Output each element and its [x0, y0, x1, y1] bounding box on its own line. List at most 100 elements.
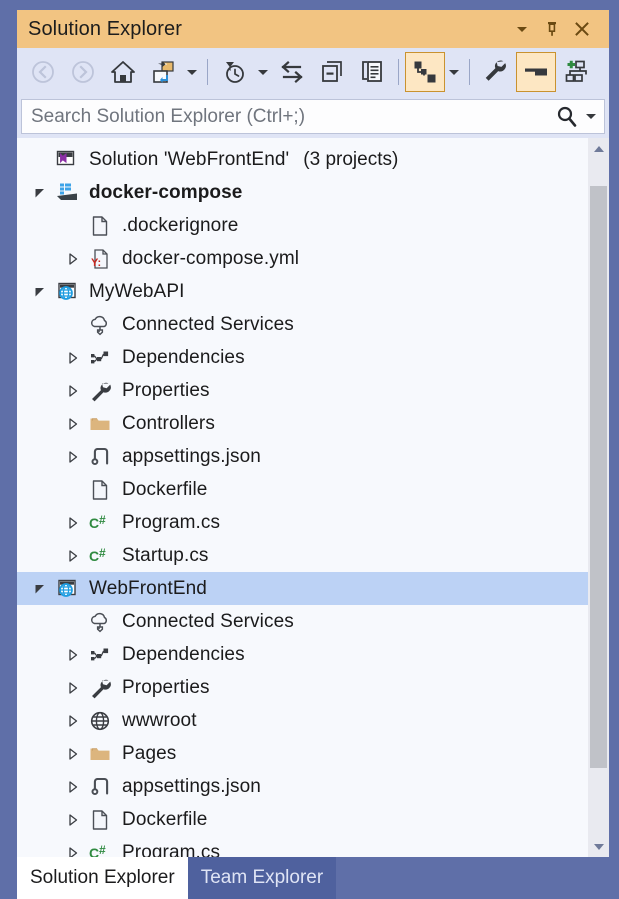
tree-row[interactable]: WebFrontEnd — [17, 572, 588, 605]
tree-row-label: Program.cs — [114, 842, 220, 858]
tree-row[interactable]: Pages — [17, 737, 588, 770]
tree-row-indent — [17, 176, 27, 209]
csharp-icon: C # — [86, 836, 114, 857]
expander-collapsed-icon[interactable] — [60, 836, 86, 857]
search-input[interactable] — [22, 99, 552, 134]
solution-icon — [53, 143, 81, 176]
window-options-dropdown-icon[interactable] — [507, 14, 537, 44]
tree-row[interactable]: Solution 'WebFrontEnd'(3 projects) — [17, 143, 588, 176]
tree-row-indent — [17, 374, 60, 407]
csharp-icon: C # — [86, 539, 114, 572]
scroll-down-icon[interactable] — [588, 836, 609, 857]
tree-row[interactable]: Controllers — [17, 407, 588, 440]
tree-row-indent — [17, 671, 60, 704]
expander-expanded-icon[interactable] — [27, 176, 53, 209]
tree-row[interactable]: MyWebAPI — [17, 275, 588, 308]
scrollbar-track[interactable] — [588, 159, 609, 836]
tree-row-indent — [17, 275, 27, 308]
sync-views-button[interactable] — [272, 52, 312, 92]
expander-collapsed-icon[interactable] — [60, 341, 86, 374]
expander-collapsed-icon[interactable] — [60, 506, 86, 539]
tab-team-explorer[interactable]: Team Explorer — [188, 857, 337, 899]
preview-dropdown-icon[interactable] — [445, 52, 463, 92]
expander-collapsed-icon[interactable] — [60, 638, 86, 671]
expander-collapsed-icon[interactable] — [60, 242, 86, 275]
expander-collapsed-icon[interactable] — [60, 704, 86, 737]
tree-row[interactable]: Connected Services — [17, 605, 588, 638]
tab-solution-explorer[interactable]: Solution Explorer — [17, 857, 188, 899]
expander-collapsed-icon[interactable] — [60, 539, 86, 572]
filter-dropdown-icon[interactable] — [254, 52, 272, 92]
preview-selected-items-button[interactable] — [405, 52, 445, 92]
sync-with-active-document-button[interactable] — [143, 52, 183, 92]
tree-row-indent — [17, 836, 60, 857]
vertical-scrollbar[interactable] — [588, 138, 609, 857]
tree-row-label: wwwroot — [114, 710, 197, 732]
cloud-icon — [86, 308, 114, 341]
tree-row[interactable]: C # Program.cs — [17, 506, 588, 539]
expander-collapsed-icon[interactable] — [60, 374, 86, 407]
scroll-up-icon[interactable] — [588, 138, 609, 159]
tree-row[interactable]: C # Startup.cs — [17, 539, 588, 572]
collapse-all-button[interactable] — [312, 52, 352, 92]
tree-row[interactable]: wwwroot — [17, 704, 588, 737]
expander-collapsed-icon[interactable] — [60, 671, 86, 704]
tree-row[interactable]: Connected Services — [17, 308, 588, 341]
panel-tabs: Solution ExplorerTeam Explorer — [17, 857, 609, 899]
dependencies-icon — [86, 638, 114, 671]
scrollbar-thumb[interactable] — [590, 186, 607, 768]
tree-row-label: Controllers — [114, 413, 215, 435]
tree-row[interactable]: Dockerfile — [17, 803, 588, 836]
tree-row-label: Connected Services — [114, 314, 294, 336]
tree-row[interactable]: C # Program.cs — [17, 836, 588, 857]
forward-button[interactable] — [63, 52, 103, 92]
tree-row-label: Dependencies — [114, 347, 245, 369]
search-dropdown-icon[interactable] — [582, 114, 604, 119]
tree-row[interactable]: Properties — [17, 671, 588, 704]
toolbar — [17, 48, 609, 96]
tree-row-indent — [17, 770, 60, 803]
wrench-icon — [86, 671, 114, 704]
tree-row[interactable]: docker-compose — [17, 176, 588, 209]
tree-row-indent — [17, 506, 60, 539]
sync-dropdown-icon[interactable] — [183, 52, 201, 92]
tree-row[interactable]: Y: docker-compose.yml — [17, 242, 588, 275]
svg-text:C: C — [89, 515, 99, 531]
expander-collapsed-icon[interactable] — [60, 803, 86, 836]
file-icon — [86, 473, 114, 506]
json-icon — [86, 440, 114, 473]
pending-changes-filter-button[interactable] — [214, 52, 254, 92]
expander-expanded-icon[interactable] — [27, 572, 53, 605]
tree-row[interactable]: Dockerfile — [17, 473, 588, 506]
search-box[interactable] — [21, 99, 605, 134]
tree-row-label: Properties — [114, 380, 210, 402]
tree-row[interactable]: Properties — [17, 374, 588, 407]
expander-collapsed-icon[interactable] — [60, 440, 86, 473]
expander-expanded-icon[interactable] — [27, 275, 53, 308]
expander-collapsed-icon[interactable] — [60, 737, 86, 770]
tree-row-indent — [17, 341, 60, 374]
show-all-files-button[interactable] — [352, 52, 392, 92]
tree-row[interactable]: Dependencies — [17, 341, 588, 374]
tree-row[interactable]: .dockerignore — [17, 209, 588, 242]
pin-icon[interactable] — [537, 14, 567, 44]
expander-collapsed-icon[interactable] — [60, 770, 86, 803]
tree-row[interactable]: appsettings.json — [17, 770, 588, 803]
tree-row-label: Dependencies — [114, 644, 245, 666]
solution-tree[interactable]: Solution 'WebFrontEnd'(3 projects) docke… — [17, 138, 588, 857]
tree-row-indent — [17, 638, 60, 671]
tree-row[interactable]: Dependencies — [17, 638, 588, 671]
home-button[interactable] — [103, 52, 143, 92]
back-button[interactable] — [23, 52, 63, 92]
preview-pane-button[interactable] — [516, 52, 556, 92]
close-icon[interactable] — [567, 14, 597, 44]
class-view-button[interactable] — [556, 52, 596, 92]
tree-row-indent — [17, 407, 60, 440]
search-icon[interactable] — [552, 105, 582, 129]
svg-text:#: # — [99, 843, 106, 857]
tree-row-indent — [17, 803, 60, 836]
tree-row-indent — [17, 704, 60, 737]
tree-row[interactable]: appsettings.json — [17, 440, 588, 473]
expander-collapsed-icon[interactable] — [60, 407, 86, 440]
properties-button[interactable] — [476, 52, 516, 92]
